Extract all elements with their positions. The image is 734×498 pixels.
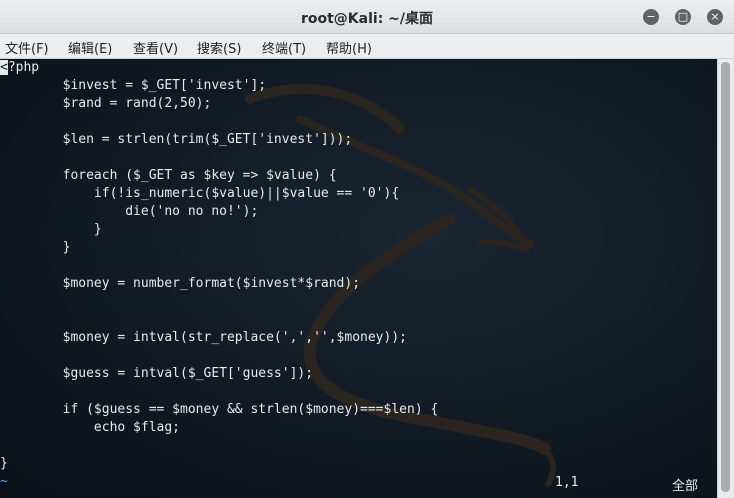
minimize-button[interactable]: − xyxy=(643,9,659,25)
menu-view[interactable]: 查看(V) xyxy=(133,38,178,57)
title-bar[interactable]: root@Kali: ~/桌面 − □ × xyxy=(0,0,734,34)
menu-help[interactable]: 帮助(H) xyxy=(326,38,372,57)
cursor-position: 1,1 xyxy=(555,475,579,490)
menu-edit[interactable]: 编辑(E) xyxy=(68,38,112,57)
code-line: $rand = rand(2,50); xyxy=(0,96,212,111)
scroll-status: 全部 xyxy=(672,479,699,494)
vertical-scrollbar[interactable] xyxy=(717,59,734,498)
code-line: } xyxy=(0,456,8,471)
terminal-window: root@Kali: ~/桌面 − □ × 文件(F) 编辑(E) 查看(V) … xyxy=(0,0,734,498)
close-icon: × xyxy=(710,10,720,23)
maximize-button[interactable]: □ xyxy=(675,9,691,25)
scrollbar-thumb[interactable] xyxy=(721,62,730,492)
code-line: if(!is_numeric($value)||$value == '0'){ xyxy=(0,186,400,201)
close-button[interactable]: × xyxy=(707,9,723,25)
code-line: $money = intval(str_replace(',','',$mone… xyxy=(0,330,407,345)
code-line: } xyxy=(0,240,71,255)
menu-bar: 文件(F) 编辑(E) 查看(V) 搜索(S) 终端(T) 帮助(H) xyxy=(0,34,734,59)
minimize-icon: − xyxy=(646,10,656,23)
code-line: echo $flag; xyxy=(0,420,181,435)
code-line: $guess = intval($_GET['guess']); xyxy=(0,366,314,381)
terminal-area[interactable]: <?php $invest = $_GET['invest']; $rand =… xyxy=(0,59,717,498)
code-editor[interactable]: <?php $invest = $_GET['invest']; $rand =… xyxy=(0,59,438,491)
code-line: $len = strlen(trim($_GET['invest'])); xyxy=(0,132,353,147)
code-line: die('no no no!'); xyxy=(0,204,259,219)
code-line: <?php xyxy=(0,60,40,75)
code-line: $money = number_format($invest*$rand); xyxy=(0,276,361,291)
code-line: } xyxy=(0,222,102,237)
code-line: $invest = $_GET['invest']; xyxy=(0,78,267,93)
menu-terminal[interactable]: 终端(T) xyxy=(262,38,306,57)
code-line: foreach ($_GET as $key => $value) { xyxy=(0,168,337,183)
code-line: ~ xyxy=(0,474,8,489)
text-cursor: < xyxy=(0,60,8,75)
menu-file[interactable]: 文件(F) xyxy=(5,38,49,57)
window-title: root@Kali: ~/桌面 xyxy=(300,11,434,27)
menu-search[interactable]: 搜索(S) xyxy=(197,38,241,57)
maximize-icon: □ xyxy=(677,10,689,23)
code-line: if ($guess == $money && strlen($money)==… xyxy=(0,402,439,417)
